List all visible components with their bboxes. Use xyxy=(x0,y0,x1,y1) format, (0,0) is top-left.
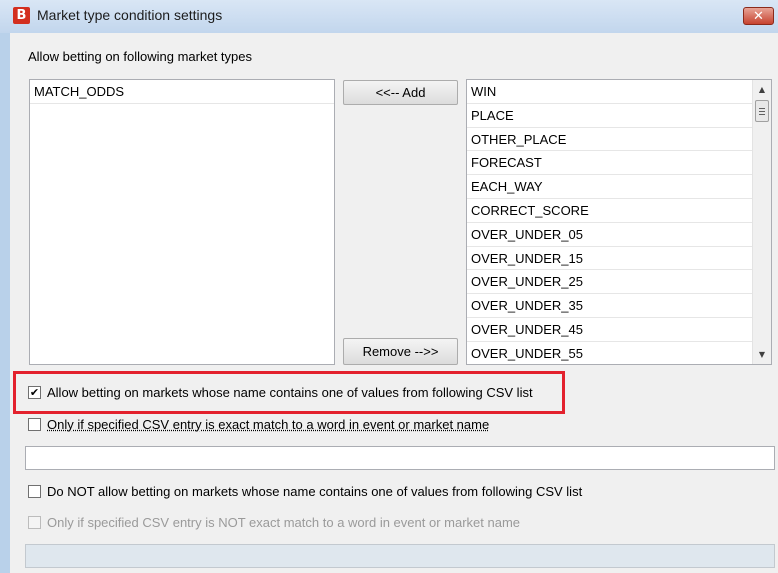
available-market-types-list[interactable]: WIN PLACE OTHER_PLACE FORECAST EACH_WAY CORRE… xyxy=(466,79,772,365)
selected-market-types-list[interactable]: MATCH_ODDS xyxy=(29,79,335,365)
allow-csv-input[interactable] xyxy=(25,446,775,470)
allow-exact-match-label[interactable]: Only if specified CSV entry is exact mat… xyxy=(47,417,489,432)
allow-contains-label[interactable]: Allow betting on markets whose name cont… xyxy=(47,385,533,400)
app-logo-icon: B xyxy=(13,7,30,24)
list-item[interactable]: OVER_UNDER_35 xyxy=(467,294,753,318)
list-item[interactable]: MATCH_ODDS xyxy=(30,80,334,104)
list-item[interactable]: PLACE xyxy=(467,104,753,128)
list-item[interactable]: OVER_UNDER_45 xyxy=(467,318,753,342)
list-item[interactable]: FORECAST xyxy=(467,151,753,176)
close-button[interactable]: ✕ xyxy=(743,7,774,25)
market-types-label: Allow betting on following market types xyxy=(28,49,253,64)
list-scrollbar[interactable]: ▲ ▼ xyxy=(752,80,771,364)
list-item[interactable]: EACH_WAY xyxy=(467,175,753,199)
list-item[interactable]: CORRECT_SCORE xyxy=(467,199,753,223)
list-item[interactable]: OVER_UNDER_05 xyxy=(467,223,753,247)
list-item[interactable]: OVER_UNDER_55 xyxy=(467,342,753,364)
scroll-thumb[interactable] xyxy=(755,100,769,122)
list-item[interactable]: OTHER_PLACE xyxy=(467,128,753,152)
dialog-body: Allow betting on following market types … xyxy=(10,33,778,573)
disallow-csv-input[interactable] xyxy=(25,544,775,568)
title-bar: B Market type condition settings ✕ xyxy=(0,0,778,33)
list-item[interactable]: WIN xyxy=(467,80,753,104)
disallow-exact-match-label: Only if specified CSV entry is NOT exact… xyxy=(47,515,521,530)
window-title: Market type condition settings xyxy=(37,7,223,23)
disallow-contains-label[interactable]: Do NOT allow betting on markets whose na… xyxy=(47,484,582,499)
allow-contains-checkbox[interactable]: ✔ xyxy=(28,386,41,399)
scroll-up-arrow-icon[interactable]: ▲ xyxy=(753,81,771,98)
disallow-contains-checkbox[interactable] xyxy=(28,485,41,498)
list-item[interactable]: OVER_UNDER_25 xyxy=(467,270,753,295)
remove-button[interactable]: Remove -->> xyxy=(343,338,458,365)
allow-exact-match-checkbox[interactable] xyxy=(28,418,41,431)
add-button[interactable]: <<-- Add xyxy=(343,80,458,105)
disallow-exact-match-checkbox[interactable] xyxy=(28,516,41,529)
list-item[interactable]: OVER_UNDER_15 xyxy=(467,247,753,271)
scroll-down-arrow-icon[interactable]: ▼ xyxy=(753,346,771,363)
